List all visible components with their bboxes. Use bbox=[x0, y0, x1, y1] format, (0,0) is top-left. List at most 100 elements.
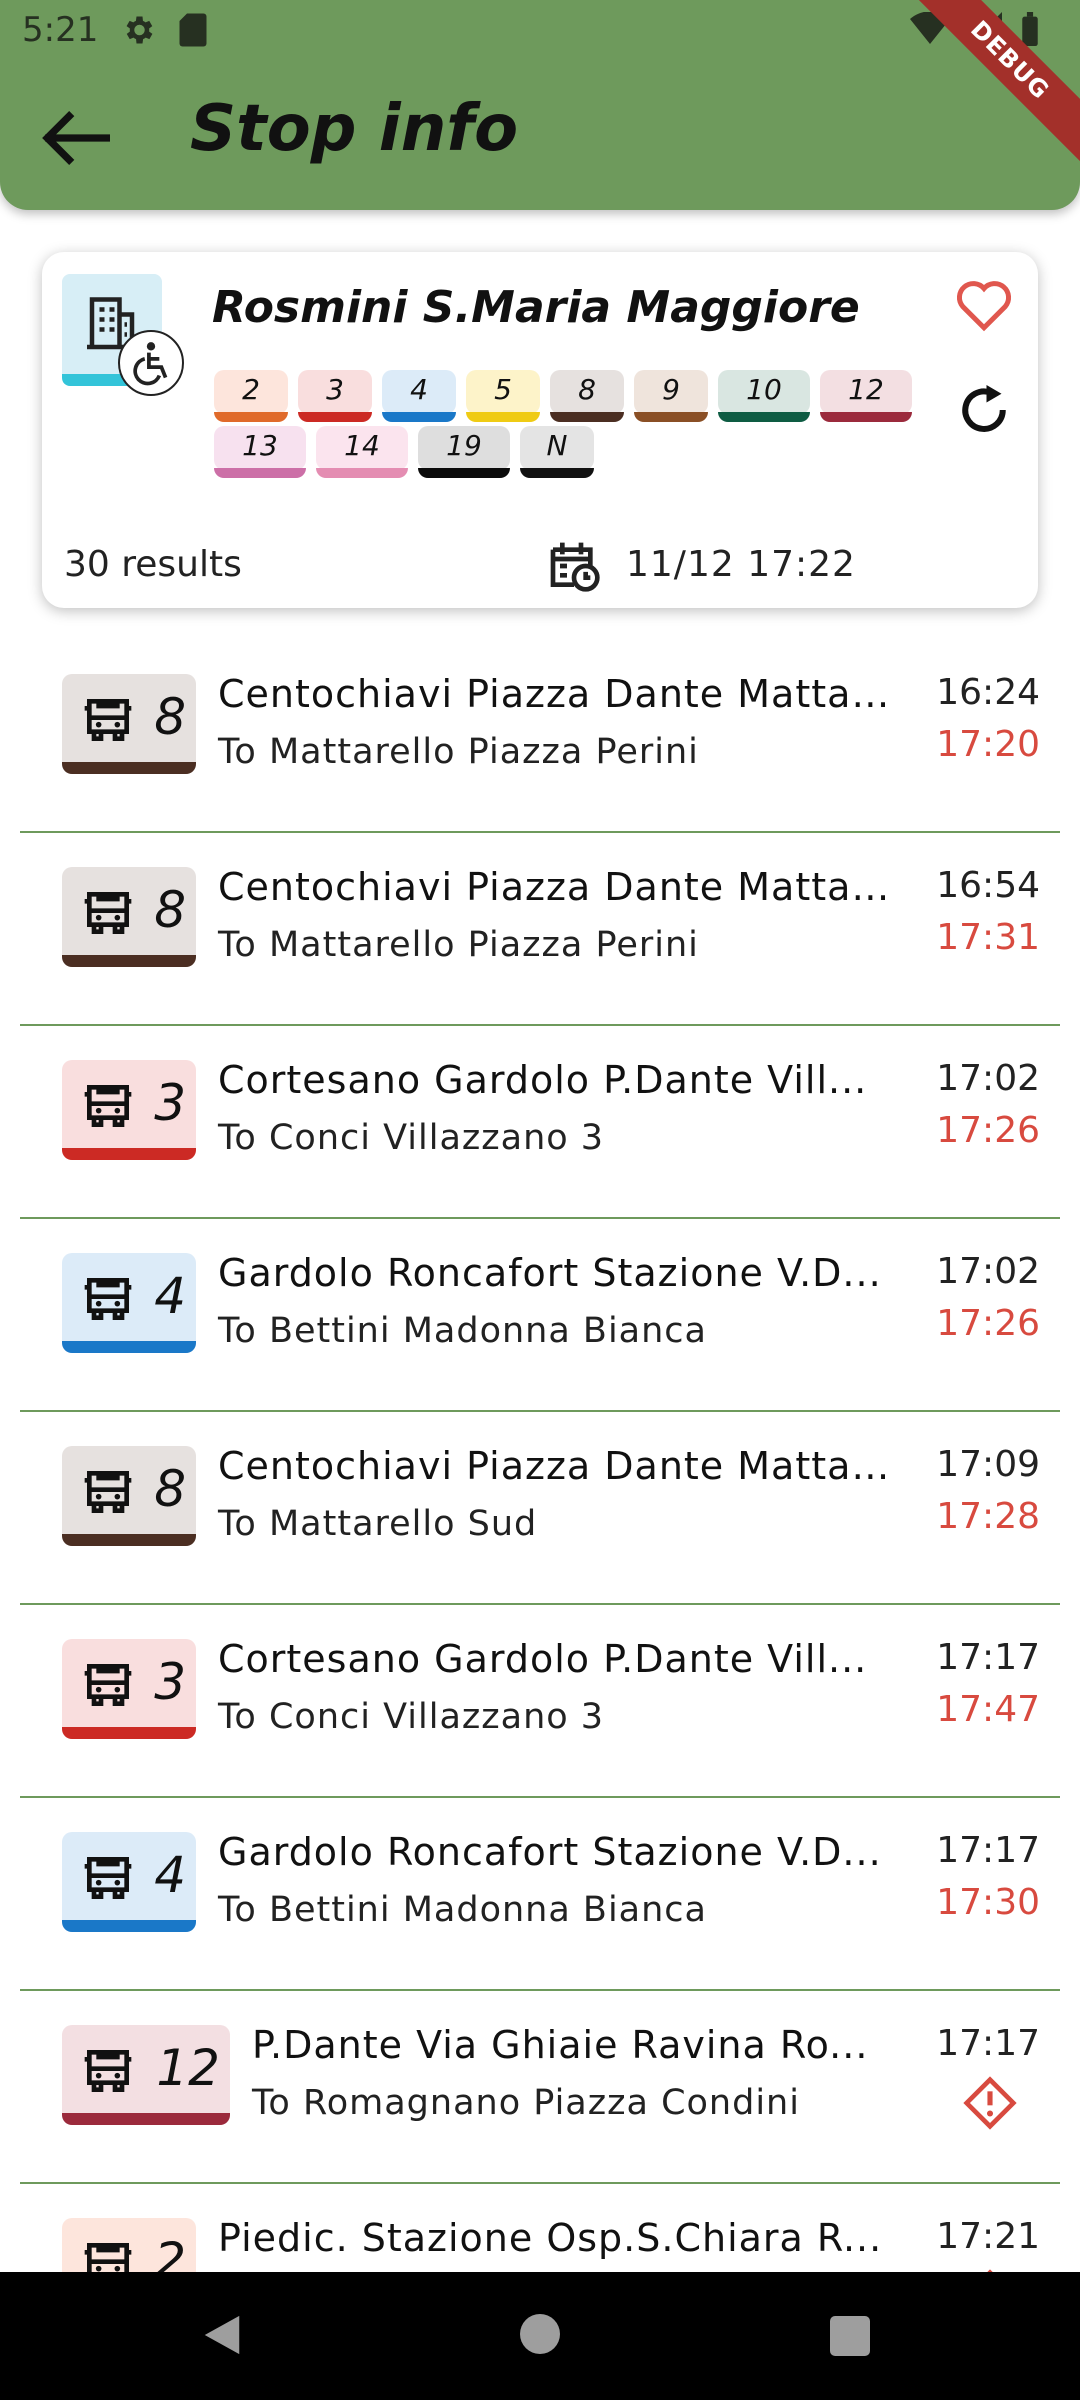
line-badge: 3 bbox=[62, 1639, 196, 1739]
route-name: Cortesano Gardolo P.Dante Vill... bbox=[218, 1637, 868, 1681]
departure-row[interactable]: 8 Centochiavi Piazza Dante Matta... To Mat… bbox=[20, 1412, 1060, 1605]
line-chip[interactable]: 3 bbox=[298, 370, 372, 422]
nav-recents-icon[interactable] bbox=[830, 2316, 870, 2356]
system-nav-bar bbox=[0, 2272, 1080, 2400]
scheduled-time: 16:24 bbox=[936, 672, 1040, 713]
bus-icon bbox=[80, 2043, 136, 2099]
line-badge: 12 bbox=[62, 2025, 230, 2125]
realtime-time: 17:26 bbox=[936, 1303, 1040, 1344]
calendar-clock-icon[interactable] bbox=[546, 538, 602, 594]
line-chip[interactable]: 13 bbox=[214, 426, 306, 478]
scheduled-time: 17:17 bbox=[936, 1830, 1040, 1871]
line-chip-label: 5 bbox=[494, 373, 512, 406]
line-chip[interactable]: N bbox=[520, 426, 594, 478]
line-badge: 4 bbox=[62, 1832, 196, 1932]
nav-back-icon[interactable] bbox=[200, 2312, 244, 2358]
line-chip[interactable]: 10 bbox=[718, 370, 810, 422]
line-badge: 8 bbox=[62, 674, 196, 774]
warning-icon bbox=[962, 2075, 1018, 2131]
destination: To Romagnano Piazza Condini bbox=[252, 2083, 800, 2123]
line-badge: 8 bbox=[62, 867, 196, 967]
bus-icon bbox=[80, 885, 136, 941]
bus-icon bbox=[80, 1464, 136, 1520]
heart-icon[interactable] bbox=[954, 276, 1014, 332]
scheduled-time: 17:02 bbox=[936, 1058, 1040, 1099]
line-chip[interactable]: 12 bbox=[820, 370, 912, 422]
line-chip-label: 14 bbox=[344, 429, 380, 462]
app-bar: 5:21 DEBUG Stop info bbox=[0, 0, 1080, 210]
line-badge: 4 bbox=[62, 1253, 196, 1353]
line-number: 8 bbox=[154, 881, 186, 939]
line-chip-label: 10 bbox=[746, 373, 782, 406]
line-chip-label: 3 bbox=[326, 373, 344, 406]
departure-row[interactable]: 8 Centochiavi Piazza Dante Matta... To Mat… bbox=[20, 833, 1060, 1026]
scheduled-time: 17:17 bbox=[936, 1637, 1040, 1678]
page-title: Stop info bbox=[190, 92, 519, 166]
departure-row[interactable]: 12 P.Dante Via Ghiaie Ravina Ro... To Roma… bbox=[20, 1991, 1060, 2184]
line-number: 4 bbox=[154, 1267, 186, 1325]
departure-row[interactable]: 3 Cortesano Gardolo P.Dante Vill... To Con… bbox=[20, 1026, 1060, 1219]
line-number: 8 bbox=[154, 688, 186, 746]
line-chip-label: 2 bbox=[242, 373, 260, 406]
line-chip[interactable]: 5 bbox=[466, 370, 540, 422]
route-name: Piedic. Stazione Osp.S.Chiara R... bbox=[218, 2216, 883, 2260]
settings-icon bbox=[126, 16, 153, 44]
departure-row[interactable]: 8 Centochiavi Piazza Dante Matta... To Mat… bbox=[20, 640, 1060, 833]
departure-row[interactable]: 3 Cortesano Gardolo P.Dante Vill... To Con… bbox=[20, 1605, 1060, 1798]
refresh-icon[interactable] bbox=[954, 380, 1014, 440]
bus-icon bbox=[80, 1850, 136, 1906]
destination: To Conci Villazzano 3 bbox=[218, 1697, 605, 1737]
line-chip-label: 19 bbox=[446, 429, 482, 462]
line-chip-label: N bbox=[546, 429, 568, 462]
line-chip-label: 8 bbox=[578, 373, 596, 406]
sd-card-icon bbox=[179, 13, 207, 47]
line-chip[interactable]: 4 bbox=[382, 370, 456, 422]
bus-icon bbox=[80, 1078, 136, 1134]
nav-home-icon[interactable] bbox=[520, 2314, 560, 2354]
departure-row[interactable]: 4 Gardolo Roncafort Stazione V.D... To Bet… bbox=[20, 1219, 1060, 1412]
scheduled-time: 17:02 bbox=[936, 1251, 1040, 1292]
date-time[interactable]: 11/12 17:22 bbox=[626, 544, 856, 585]
route-name: Centochiavi Piazza Dante Matta... bbox=[218, 1444, 890, 1488]
destination: To Conci Villazzano 3 bbox=[218, 1118, 605, 1158]
bus-icon bbox=[80, 1657, 136, 1713]
line-badge: 8 bbox=[62, 1446, 196, 1546]
line-chip[interactable]: 14 bbox=[316, 426, 408, 478]
realtime-time: 17:31 bbox=[936, 917, 1040, 958]
route-name: Centochiavi Piazza Dante Matta... bbox=[218, 672, 890, 716]
destination: To Bettini Madonna Bianca bbox=[218, 1890, 707, 1930]
realtime-time: 17:30 bbox=[936, 1882, 1040, 1923]
stop-name: Rosmini S.Maria Maggiore bbox=[212, 282, 860, 333]
line-chip[interactable]: 8 bbox=[550, 370, 624, 422]
departure-row[interactable]: 4 Gardolo Roncafort Stazione V.D... To Bet… bbox=[20, 1798, 1060, 1991]
wheelchair-icon bbox=[118, 330, 184, 396]
line-chip[interactable]: 2 bbox=[214, 370, 288, 422]
status-time: 5:21 bbox=[22, 10, 99, 50]
line-chip[interactable]: 9 bbox=[634, 370, 708, 422]
line-chip-label: 12 bbox=[848, 373, 884, 406]
back-arrow-icon[interactable] bbox=[40, 108, 110, 168]
line-number: 3 bbox=[154, 1653, 186, 1711]
realtime-time: 17:20 bbox=[936, 724, 1040, 765]
route-name: Cortesano Gardolo P.Dante Vill... bbox=[218, 1058, 868, 1102]
line-number: 8 bbox=[154, 1460, 186, 1518]
line-badge: 3 bbox=[62, 1060, 196, 1160]
line-chip-label: 9 bbox=[662, 373, 680, 406]
route-name: P.Dante Via Ghiaie Ravina Ro... bbox=[252, 2023, 869, 2067]
scheduled-time: 17:09 bbox=[936, 1444, 1040, 1485]
destination: To Mattarello Piazza Perini bbox=[218, 925, 699, 965]
realtime-time: 17:47 bbox=[936, 1689, 1040, 1730]
line-number: 4 bbox=[154, 1846, 186, 1904]
scheduled-time: 16:54 bbox=[936, 865, 1040, 906]
destination: To Bettini Madonna Bianca bbox=[218, 1311, 707, 1351]
line-number: 3 bbox=[154, 1074, 186, 1132]
stop-card: Rosmini S.Maria Maggiore 2 3 4 5 8 9 10 12 13 14 1… bbox=[42, 252, 1038, 608]
destination: To Mattarello Sud bbox=[218, 1504, 538, 1544]
results-count: 30 results bbox=[64, 544, 242, 585]
line-chip-label: 13 bbox=[242, 429, 278, 462]
line-chips: 2 3 4 5 8 9 10 12 13 14 19 N bbox=[214, 370, 914, 478]
realtime-time: 17:26 bbox=[936, 1110, 1040, 1151]
line-chip-label: 4 bbox=[410, 373, 428, 406]
line-chip[interactable]: 19 bbox=[418, 426, 510, 478]
departures-list: 8 Centochiavi Piazza Dante Matta... To Mat… bbox=[20, 640, 1060, 2377]
